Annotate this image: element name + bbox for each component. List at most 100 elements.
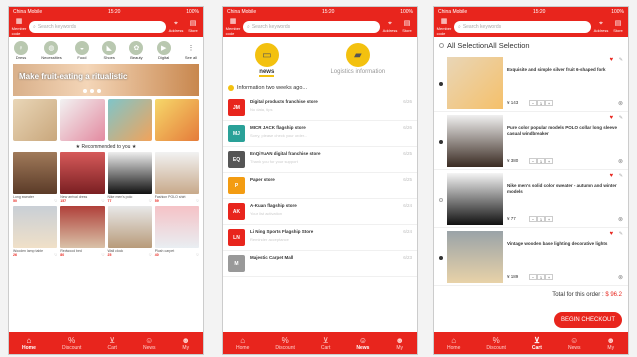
tab-news[interactable]: ☺ News [143,336,156,351]
fruit-image[interactable] [13,99,58,141]
product-card[interactable]: Wooden lamp table 26 ♡ [13,206,58,257]
heart-icon[interactable]: ♡ [196,199,199,203]
tab-home[interactable]: ⌂ Home [22,336,36,351]
store-button[interactable]: ▤ Store [400,20,414,33]
item-checkbox[interactable] [439,256,443,260]
item-image[interactable] [447,115,503,167]
category-food[interactable]: ◒ Food [74,41,89,60]
quantity-value[interactable]: 1 [537,274,545,280]
category-digital[interactable]: ▶ Digital [156,41,171,60]
store-button[interactable]: ▤ Store [611,20,625,33]
quantity-value[interactable]: 1 [537,100,545,106]
select-all-row[interactable]: All SelectionAll Selection [434,37,628,54]
heart-icon[interactable]: ♥ [609,57,613,63]
tab-home[interactable]: ⌂ Home [236,336,249,351]
product-card[interactable]: Nike men's polo 77 ♡ [107,152,152,203]
category-dress[interactable]: ♀ Dress [14,41,28,60]
category-see-all[interactable]: ⋮ See all [183,41,198,60]
plus-button[interactable]: + [545,100,553,106]
address-button[interactable]: ⌖ Address [594,20,609,33]
category-beauty[interactable]: ✿ Beauty [129,41,144,60]
quantity-stepper[interactable]: −1 + [529,158,553,164]
tab-cart[interactable]: ⊻ Cart [532,336,542,351]
item-image[interactable] [447,231,503,283]
tab-logistics[interactable]: ▰ Logistics information [330,43,385,77]
edit-icon[interactable]: ✎ [619,115,623,121]
tab-my[interactable]: ☻ My [182,336,190,351]
delete-icon[interactable]: ⊗ [618,158,623,165]
tab-my[interactable]: ☻ My [396,336,404,351]
member-code-button[interactable]: ▦ Member code [226,18,241,36]
search-input[interactable]: ⌕ Search keywords [243,20,380,33]
tab-discount[interactable]: % Discount [62,336,81,351]
item-checkbox[interactable] [439,82,443,86]
quantity-value[interactable]: 1 [537,216,545,222]
item-image[interactable] [447,57,503,109]
minus-button[interactable]: − [529,158,537,164]
heart-icon[interactable]: ♥ [609,231,613,237]
cart-item[interactable]: ♥ ✎ Nike men's solid color sweater - autum… [434,170,628,228]
tab-news[interactable]: ☺ News [568,336,581,351]
message-item[interactable]: JM Digital products franchise store 6/26 No… [223,95,417,121]
category-necessities[interactable]: ◍ Necessities [41,41,62,60]
minus-button[interactable]: − [529,100,537,106]
heart-icon[interactable]: ♡ [54,199,57,203]
member-code-button[interactable]: ▦ Member code [12,18,27,36]
message-item[interactable]: P Paper store 6/25 [223,173,417,199]
heart-icon[interactable]: ♡ [101,199,104,203]
select-all-checkbox[interactable] [439,43,444,48]
heart-icon[interactable]: ♡ [101,253,104,257]
tab-home[interactable]: ⌂ Home [447,336,460,351]
search-input[interactable]: ⌕ Search keywords [454,20,591,33]
message-item[interactable]: AK A-Kuan flagship store 6/24 Your list act… [223,199,417,225]
heart-icon[interactable]: ♡ [196,253,199,257]
cart-item[interactable]: ♥ ✎ Vintage wooden base lighting decorativ… [434,228,628,286]
message-item[interactable]: M Majestic Carpet Mall 6/23 [223,251,417,277]
tab-my[interactable]: ☻ My [607,336,615,351]
edit-icon[interactable]: ✎ [619,57,623,63]
message-item[interactable]: LN Li Ning Sports Flagship Store 6/24 Remin… [223,225,417,251]
edit-icon[interactable]: ✎ [619,231,623,237]
tab-cart[interactable]: ⊻ Cart [107,336,116,351]
minus-button[interactable]: − [529,274,537,280]
product-card[interactable]: Redwood bed 80 ♡ [60,206,105,257]
item-image[interactable] [447,173,503,225]
heart-icon[interactable]: ♡ [54,253,57,257]
checkout-button[interactable]: BEGIN CHECKOUT [553,312,622,328]
heart-icon[interactable]: ♡ [149,253,152,257]
heart-icon[interactable]: ♥ [609,173,613,179]
cart-item[interactable]: ♥ ✎ Pure color popular models POLO collar … [434,112,628,170]
delete-icon[interactable]: ⊗ [618,100,623,107]
fruit-image[interactable] [107,99,152,141]
minus-button[interactable]: − [529,216,537,222]
tab-news[interactable]: ☺ News [356,336,369,351]
message-item[interactable]: EQ EnQiYuAN digital franchise store 6/25 Th… [223,147,417,173]
product-card[interactable]: Wall clock 25 ♡ [107,206,152,257]
promo-banner[interactable]: Make fruit-eating a ritualistic [13,64,199,96]
plus-button[interactable]: + [545,158,553,164]
message-item[interactable]: MJ MICR JACK flagship store 6/26 Sorry, ple… [223,121,417,147]
quantity-value[interactable]: 1 [537,158,545,164]
heart-icon[interactable]: ♡ [149,199,152,203]
item-checkbox[interactable] [439,140,443,144]
product-card[interactable]: Long sweater 50 ♡ [13,152,58,203]
delete-icon[interactable]: ⊗ [618,216,623,223]
member-code-button[interactable]: ▦ Member code [437,18,452,36]
address-button[interactable]: ⌖ Address [383,20,398,33]
delete-icon[interactable]: ⊗ [618,274,623,281]
item-checkbox[interactable] [439,198,443,202]
category-shoes[interactable]: ◣ Shoes [102,41,117,60]
heart-icon[interactable]: ♥ [609,115,613,121]
search-input[interactable]: ⌕ Search keywords [29,20,166,33]
edit-icon[interactable]: ✎ [619,173,623,179]
product-card[interactable]: Plush carpet 40 ♡ [154,206,199,257]
tab-news-messages[interactable]: ▭ news [254,43,279,77]
address-button[interactable]: ⌖ Address [169,20,184,33]
tab-cart[interactable]: ⊻ Cart [321,336,330,351]
tab-discount[interactable]: % Discount [486,336,505,351]
fruit-image[interactable] [60,99,105,141]
quantity-stepper[interactable]: −1 + [529,216,553,222]
plus-button[interactable]: + [545,216,553,222]
cart-item[interactable]: ♥ ✎ Exquisite and simple silver fruit 6-sh… [434,54,628,112]
fruit-image[interactable] [154,99,199,141]
